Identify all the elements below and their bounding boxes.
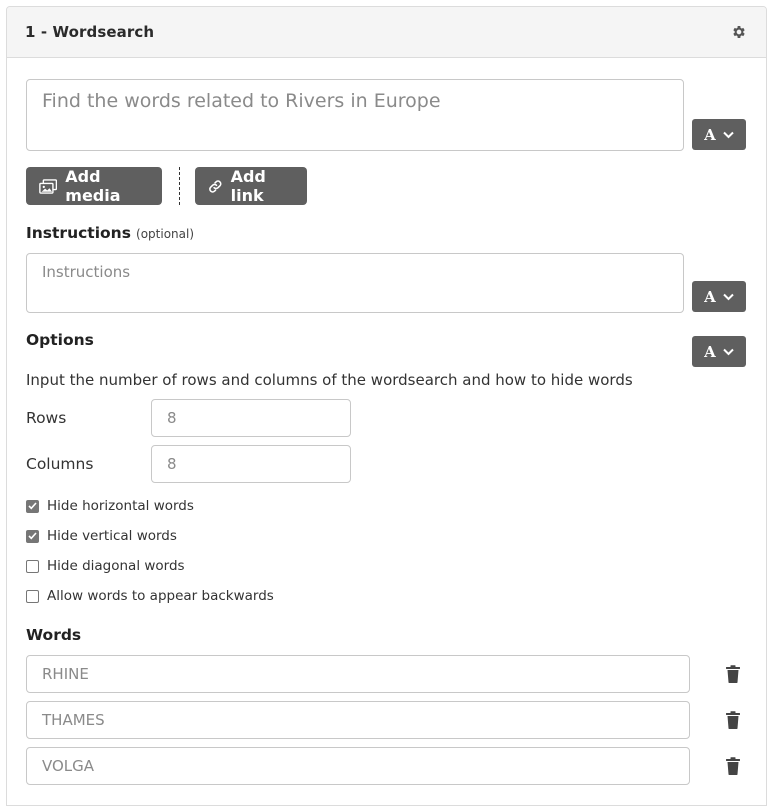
font-label: A	[704, 287, 716, 306]
rows-input[interactable]: 8	[151, 399, 351, 437]
options-description: Input the number of rows and columns of …	[26, 371, 633, 389]
allow-backwards-checkbox[interactable]: Allow words to appear backwards	[26, 588, 274, 604]
chevron-down-icon	[723, 293, 734, 300]
hide-horizontal-checkbox[interactable]: Hide horizontal words	[26, 498, 194, 514]
instructions-label: Instructions	[26, 224, 131, 242]
checkbox-checked-icon[interactable]	[26, 529, 39, 543]
instructions-heading: Instructions (optional)	[26, 223, 194, 242]
font-label: A	[704, 342, 716, 361]
word-input[interactable]: THAMES	[26, 701, 690, 739]
add-link-button[interactable]: Add link	[195, 167, 307, 205]
chevron-down-icon	[723, 131, 734, 138]
instructions-placeholder: Instructions	[42, 263, 131, 281]
word-input[interactable]: VOLGA	[26, 747, 690, 785]
instructions-input[interactable]: Instructions	[26, 253, 684, 313]
add-media-button[interactable]: Add media	[26, 167, 162, 205]
word-value: THAMES	[42, 711, 105, 729]
question-font-button[interactable]: A	[692, 119, 746, 150]
word-input[interactable]: RHINE	[26, 655, 690, 693]
options-label: Options	[26, 331, 94, 349]
question-input[interactable]: Find the words related to Rivers in Euro…	[26, 79, 684, 151]
images-icon	[39, 178, 58, 194]
checkbox-label: Hide vertical words	[47, 528, 177, 544]
word-value: RHINE	[42, 665, 89, 683]
checkbox-label: Hide horizontal words	[47, 498, 194, 514]
columns-input[interactable]: 8	[151, 445, 351, 483]
checkbox-label: Hide diagonal words	[47, 558, 185, 574]
words-label: Words	[26, 626, 82, 644]
word-value: VOLGA	[42, 757, 95, 775]
trash-icon[interactable]	[725, 665, 741, 683]
add-media-label: Add media	[65, 167, 121, 205]
font-label: A	[704, 125, 716, 144]
trash-icon[interactable]	[725, 757, 741, 775]
columns-value: 8	[167, 455, 177, 473]
chevron-down-icon	[723, 348, 734, 355]
card-title: 1 - Wordsearch	[25, 23, 155, 41]
link-icon	[209, 179, 222, 193]
hide-vertical-checkbox[interactable]: Hide vertical words	[26, 528, 177, 544]
card-header: 1 - Wordsearch	[7, 7, 766, 58]
instructions-optional: (optional)	[136, 227, 195, 241]
trash-icon[interactable]	[725, 711, 741, 729]
add-link-label: Add link	[230, 167, 266, 205]
options-font-button[interactable]: A	[692, 336, 746, 367]
rows-value: 8	[167, 409, 177, 427]
checkbox-label: Allow words to appear backwards	[47, 588, 274, 604]
wordsearch-card: 1 - Wordsearch Find the words related to…	[6, 6, 767, 806]
gear-icon[interactable]	[730, 23, 748, 41]
checkbox-checked-icon[interactable]	[26, 499, 39, 513]
checkbox-unchecked-icon[interactable]	[26, 559, 39, 573]
columns-label: Columns	[26, 455, 94, 473]
hide-diagonal-checkbox[interactable]: Hide diagonal words	[26, 558, 185, 574]
button-divider	[179, 167, 180, 205]
instructions-font-button[interactable]: A	[692, 281, 746, 312]
question-placeholder: Find the words related to Rivers in Euro…	[42, 90, 441, 112]
rows-label: Rows	[26, 409, 67, 427]
checkbox-unchecked-icon[interactable]	[26, 589, 39, 603]
